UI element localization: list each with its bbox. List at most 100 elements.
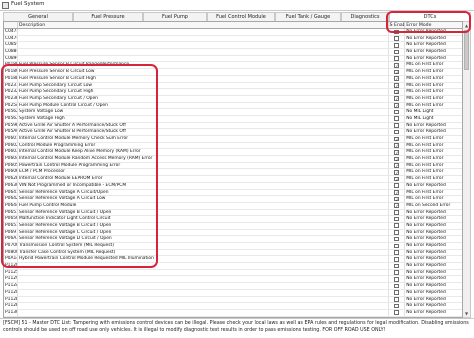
table-row[interactable]: P1125 No Error Reported [4,269,462,277]
error-mode-select[interactable]: MIL on First Error [405,69,462,75]
error-mode-select[interactable]: MIL on First Error [405,196,462,202]
error-mode-select[interactable]: MIL on First Error [405,143,462,149]
table-row[interactable]: P059F Active Grille Air Shutter A Perform… [4,122,462,130]
table-row[interactable]: C0880 No Error Reported [4,49,462,56]
error-mode-select[interactable]: MIL on First Error [405,149,462,155]
vertical-scrollbar[interactable]: ▲ ▼ [463,21,471,318]
table-row[interactable]: P112E No Error Reported [4,296,462,304]
error-mode-select[interactable]: No Error Reported [405,230,462,236]
table-row[interactable]: P0232 Fuel Pump Secondary Circuit High ✓ MI… [4,89,462,96]
ses-enable-checkbox[interactable] [394,290,400,295]
error-mode-select[interactable]: No Error Reported [405,236,462,242]
scroll-down-icon[interactable]: ▼ [463,310,470,317]
table-row[interactable]: C0478 No Error Reported [4,29,462,36]
column-header-ses-enable[interactable]: SES Enable [389,22,406,28]
table-row[interactable]: P0697 Sensor Reference Voltage C Circuit … [4,229,462,237]
table-row[interactable]: P0651 Sensor Reference Voltage B Circuit … [4,222,462,230]
table-row[interactable]: P023F Fuel Pump Secondary Circuit / Open ✓… [4,95,462,103]
table-row[interactable]: C0890 No Error Reported [4,55,462,63]
ses-enable-checkbox[interactable] [394,216,400,222]
column-header-error-mode[interactable]: Error Mode [405,22,462,28]
ses-enable-checkbox[interactable] [394,49,400,55]
table-row[interactable]: P0700 Transmission Control System (MIL Re… [4,243,462,250]
table-row[interactable]: P1128 No Error Reported [4,289,462,297]
ses-enable-checkbox[interactable] [394,109,400,115]
ses-enable-checkbox[interactable]: ✓ [394,69,400,75]
ses-enable-checkbox[interactable] [394,270,400,275]
ses-enable-checkbox[interactable]: ✓ [394,83,400,88]
error-mode-select[interactable]: No Error Reported [405,123,462,129]
ses-enable-checkbox[interactable] [394,56,400,61]
table-row[interactable]: P0602 Control Module Programming Error ✓ MI… [4,142,462,150]
column-header-code[interactable] [4,22,18,28]
error-mode-select[interactable]: No Error Reported [405,210,462,216]
error-mode-select[interactable]: No MIL Light [405,109,462,115]
error-mode-select[interactable]: No Error Reported [405,243,462,249]
ses-enable-checkbox[interactable]: ✓ [394,103,400,108]
table-row[interactable]: P0650 Malfunction Indicator Light Control… [4,216,462,223]
table-row[interactable]: P0641 Sensor Reference Voltage A Circuit/… [4,189,462,197]
tab-fuel-control-module[interactable]: Fuel Control Module [207,12,275,21]
table-row[interactable]: P018C Fuel Pressure Sensor B Circuit Low ✓… [4,69,462,76]
ses-enable-checkbox[interactable]: ✓ [394,62,400,68]
error-mode-select[interactable]: No Error Reported [405,29,462,35]
error-mode-select[interactable]: MIL on First Error [405,83,462,89]
error-mode-select[interactable]: No Error Reported [405,276,462,282]
scroll-thumb[interactable] [464,30,469,70]
ses-enable-checkbox[interactable] [394,303,400,309]
error-mode-select[interactable]: MIL on First Error [405,96,462,102]
error-mode-select[interactable]: No Error Reported [405,49,462,55]
table-row[interactable]: P0231 Fuel Pump Secondary Circuit Low ✓ MIL… [4,82,462,90]
error-mode-select[interactable]: MIL on First Error [405,136,462,142]
table-row[interactable]: P1129 No Error Reported [4,276,462,284]
ses-enable-checkbox[interactable]: ✓ [394,143,400,148]
ses-enable-checkbox[interactable] [394,250,400,255]
tab-fuel-pump[interactable]: Fuel Pump [143,12,207,21]
ses-enable-checkbox[interactable] [394,183,400,188]
error-mode-select[interactable]: No Error Reported [405,183,462,189]
error-mode-select[interactable]: MIL on First Error [405,76,462,82]
table-row[interactable]: P0604 Internal Control Module Random Acce… [4,156,462,163]
table-row[interactable]: P0601 Internal Control Module Memory Chec… [4,136,462,143]
table-row[interactable]: P05A0 Active Grille Air Shutter B Perform… [4,129,462,136]
error-mode-select[interactable]: No Error Reported [405,297,462,303]
table-row[interactable]: C047C No Error Reported [4,35,462,43]
table-row[interactable]: P0800 Transfer Case Control System (MIL R… [4,249,462,257]
table-row[interactable]: P06A3 Sensor Reference Voltage D Circuit … [4,236,462,243]
error-mode-select[interactable]: No Error Reported [405,256,462,262]
table-row[interactable]: P0A14 Hybrid Powertrain Control Module Re… [4,256,462,264]
ses-enable-checkbox[interactable] [394,297,400,302]
table-row[interactable]: P018B Fuel Pressure Sensor B Circuit Rang… [4,62,462,70]
ses-enable-checkbox[interactable]: ✓ [394,163,400,168]
error-mode-select[interactable]: No Error Reported [405,56,462,62]
tab-fuel-pressure[interactable]: Fuel Pressure [73,12,143,21]
ses-enable-checkbox[interactable] [394,230,400,235]
tab-general[interactable]: General [3,12,73,21]
error-mode-select[interactable]: No MIL Light [405,116,462,122]
error-mode-select[interactable]: No Error Reported [405,270,462,276]
ses-enable-checkbox[interactable]: ✓ [394,156,400,162]
table-row[interactable]: P018DFuel Pressure Sensor B Circuit High… [4,75,462,83]
ses-enable-checkbox[interactable] [394,243,400,249]
ses-enable-checkbox[interactable]: ✓ [394,136,400,142]
table-row[interactable]: P062F Internal Control Module EEPROM Erro… [4,176,462,183]
table-row[interactable]: P0563 System Voltage High No MIL Light [4,115,462,123]
error-mode-select[interactable]: No Error Reported [405,290,462,296]
ses-enable-checkbox[interactable]: ✓ [394,149,400,155]
ses-enable-checkbox[interactable] [394,42,400,48]
table-row[interactable]: P112A No Error Reported [4,283,462,290]
ses-enable-checkbox[interactable]: ✓ [394,96,400,102]
error-mode-select[interactable]: MIL on First Error [405,163,462,169]
ses-enable-checkbox[interactable]: ✓ [394,203,400,209]
table-row[interactable]: P0603 Internal Control Module Keep Alive … [4,149,462,157]
table-row[interactable]: P1130 No Error Reported [4,309,462,317]
ses-enable-checkbox[interactable] [394,116,400,122]
ses-enable-checkbox[interactable]: ✓ [394,176,400,182]
table-row[interactable]: P0562 System Voltage Low No MIL Light [4,109,462,116]
scroll-up-icon[interactable]: ▲ [463,22,470,29]
error-mode-select[interactable]: No Error Reported [405,283,462,289]
ses-enable-checkbox[interactable] [394,129,400,135]
error-mode-select[interactable]: No Error Reported [405,129,462,135]
error-mode-select[interactable]: MIL on First Error [405,89,462,95]
table-row[interactable]: C0850 No Error Reported [4,42,462,50]
